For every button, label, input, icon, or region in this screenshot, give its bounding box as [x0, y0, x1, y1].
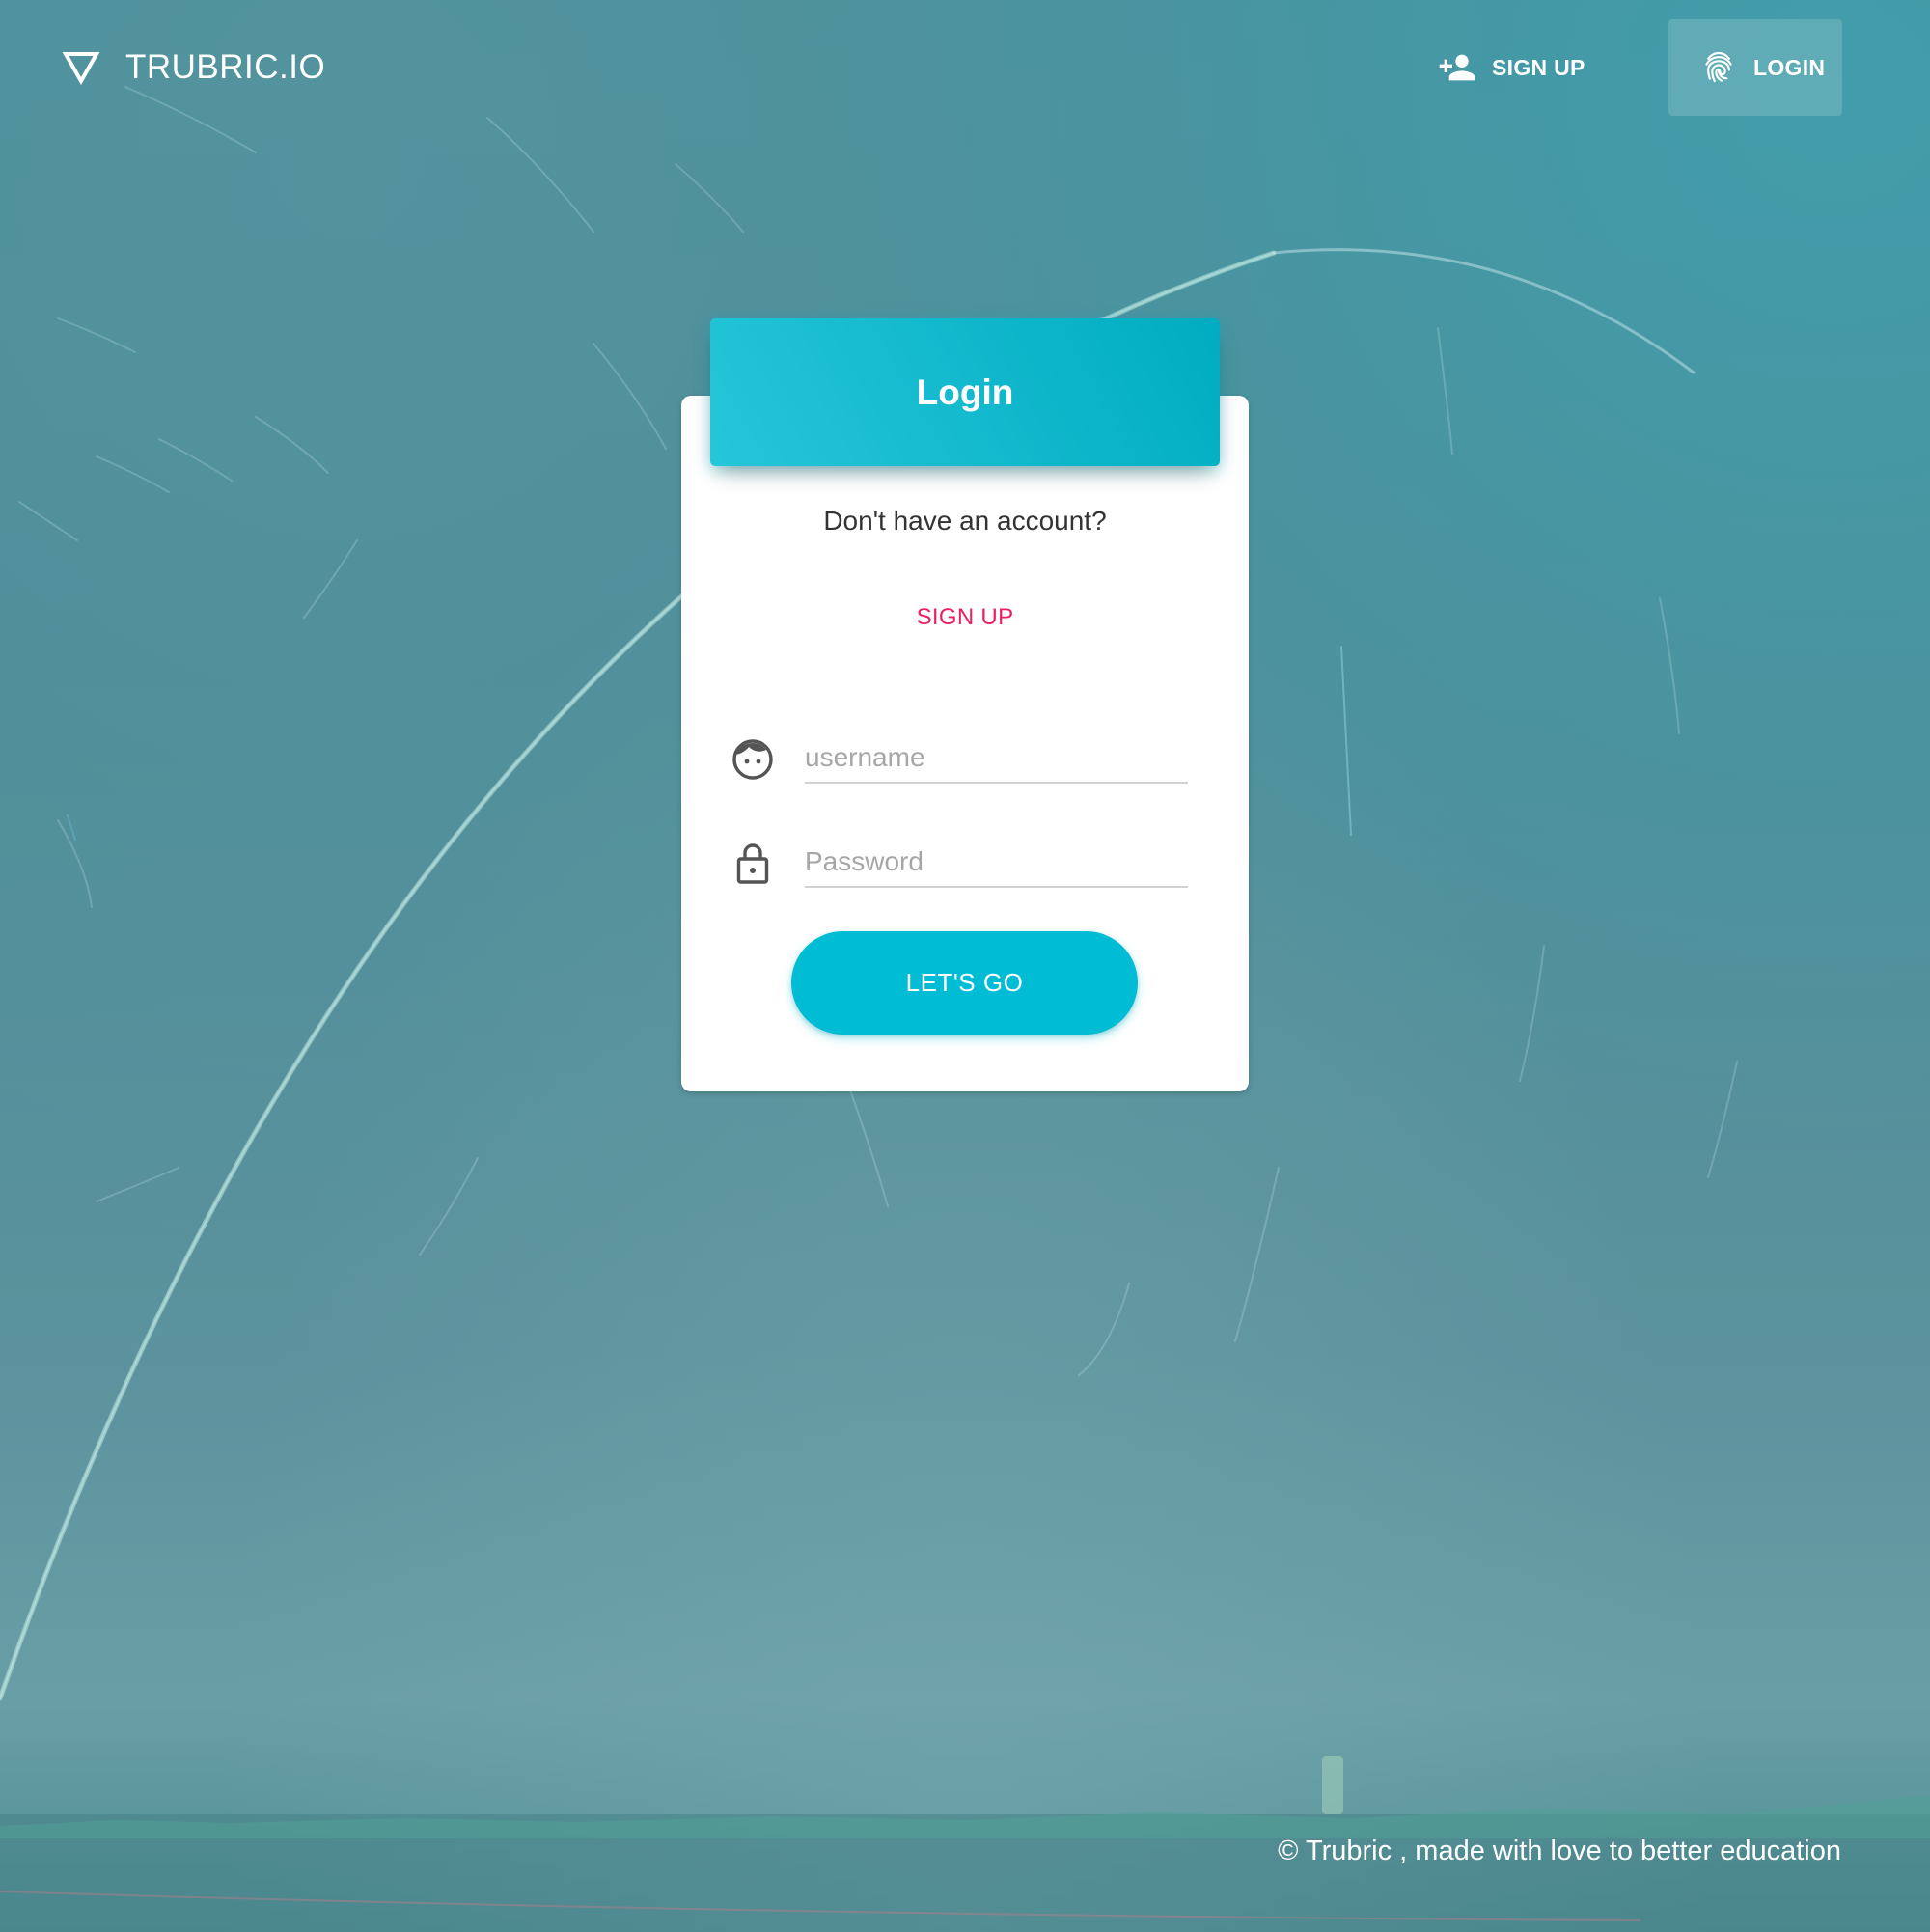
nav-login-button[interactable]: LOGIN — [1668, 19, 1842, 116]
password-input[interactable] — [805, 838, 1188, 888]
brand-name: TRUBRIC.IO — [125, 48, 326, 86]
login-page: TRUBRIC.IO SIGN UP LOGIN Login Don't hav… — [0, 0, 1930, 1932]
footer-copyright: © Trubric , made with love to better edu… — [1278, 1835, 1841, 1866]
nav-login-label: LOGIN — [1753, 54, 1826, 80]
person-add-icon — [1439, 54, 1475, 81]
signup-prompt: Don't have an account? — [823, 506, 1107, 536]
face-icon — [731, 737, 775, 782]
card-signup-link[interactable]: SIGN UP — [868, 604, 1062, 631]
lock-icon — [731, 842, 775, 886]
username-input[interactable] — [805, 733, 1188, 784]
fingerprint-icon — [1705, 51, 1732, 83]
nav-signup-label: SIGN UP — [1492, 54, 1585, 80]
nav-signup-button[interactable]: SIGN UP — [1438, 19, 1592, 116]
brand[interactable]: TRUBRIC.IO — [62, 44, 325, 91]
lets-go-button[interactable]: LET'S GO — [791, 931, 1138, 1035]
card-title: Login — [916, 372, 1014, 412]
card-header: Login — [710, 318, 1220, 466]
triangle-down-icon — [62, 52, 100, 86]
